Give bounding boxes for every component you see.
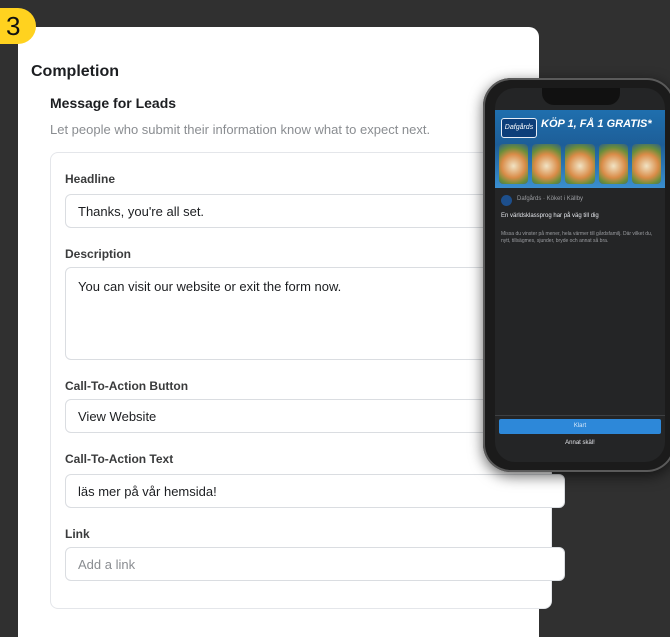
food-plate-image bbox=[532, 144, 562, 184]
link-input[interactable]: Add a link bbox=[65, 547, 565, 581]
cta-text-input[interactable]: läs mer på vår hemsida! bbox=[65, 474, 565, 508]
message-for-leads-description: Let people who submit their information … bbox=[50, 122, 431, 137]
preview-cta-button[interactable]: Klart bbox=[499, 419, 661, 434]
phone-notch bbox=[542, 88, 620, 105]
cta-button-label: Call-To-Action Button bbox=[65, 379, 189, 393]
preview-intro-title: En världsklassprog har på väg till dig bbox=[501, 213, 599, 219]
page-name: Dafgårds · Köket i Källby bbox=[517, 196, 584, 202]
ad-image: Dafgårds KÖP 1, FÅ 1 GRATIS* bbox=[495, 110, 665, 188]
food-plate-image bbox=[565, 144, 595, 184]
headline-label: Headline bbox=[65, 172, 116, 186]
description-label: Description bbox=[65, 247, 132, 261]
preview-intro-description: Missa du vinster på mener, hela värmer t… bbox=[501, 231, 653, 244]
link-label: Link bbox=[65, 527, 90, 541]
food-plate-image bbox=[631, 144, 662, 184]
section-title: Completion bbox=[31, 63, 119, 80]
phone-preview: Dafgårds KÖP 1, FÅ 1 GRATIS* Dafgårds · … bbox=[483, 78, 670, 472]
food-plate-image bbox=[598, 144, 628, 184]
phone-screen: Dafgårds KÖP 1, FÅ 1 GRATIS* Dafgårds · … bbox=[495, 88, 665, 462]
ad-headline: KÖP 1, FÅ 1 GRATIS* bbox=[541, 118, 652, 130]
cta-text-label: Call-To-Action Text bbox=[65, 452, 174, 466]
ad-food-images bbox=[499, 144, 662, 184]
phone-divider bbox=[495, 415, 665, 416]
message-for-leads-title: Message for Leads bbox=[50, 95, 177, 111]
completion-panel: Completion Message for Leads Let people … bbox=[18, 27, 565, 637]
page-avatar bbox=[501, 195, 512, 206]
step-number-badge: 3 bbox=[0, 8, 36, 44]
page-info-row: Dafgårds · Köket i Källby bbox=[501, 195, 661, 207]
food-plate-image bbox=[499, 144, 529, 184]
brand-logo: Dafgårds bbox=[501, 118, 537, 138]
preview-secondary-button[interactable]: Annat skäl! bbox=[499, 437, 661, 449]
